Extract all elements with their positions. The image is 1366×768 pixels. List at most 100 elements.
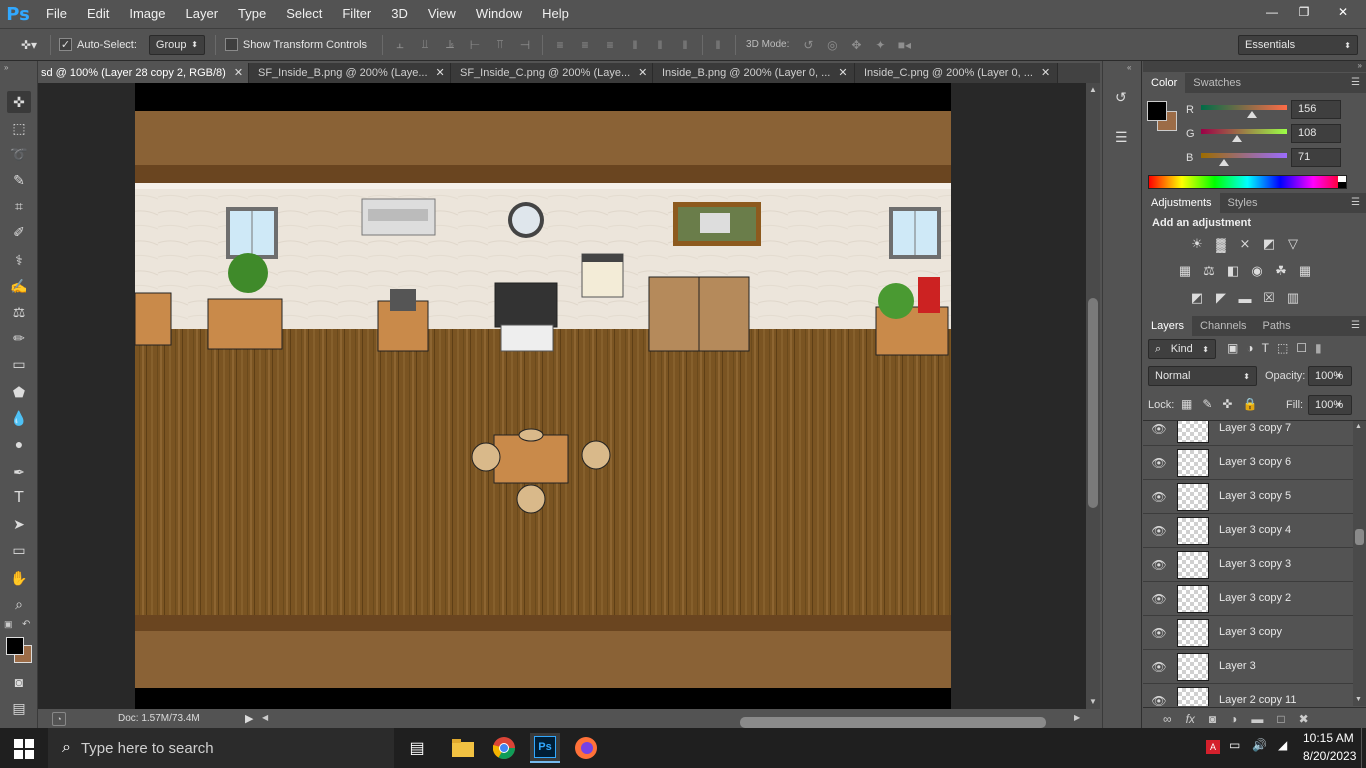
layer-name[interactable]: Layer 2 copy 11 xyxy=(1219,694,1296,706)
fill-field[interactable]: 100% xyxy=(1308,395,1352,415)
type-tool-icon[interactable]: T xyxy=(7,487,31,509)
menu-edit[interactable]: Edit xyxy=(77,0,119,28)
chrome-icon[interactable] xyxy=(489,733,519,763)
eye-icon[interactable]: 👁 xyxy=(1151,558,1167,572)
eye-icon[interactable]: 👁 xyxy=(1151,456,1167,470)
path-selection-tool-icon[interactable]: ➤ xyxy=(7,513,31,535)
history-brush-tool-icon[interactable]: ✏ xyxy=(7,327,31,349)
menu-view[interactable]: View xyxy=(418,0,466,28)
add-mask-icon[interactable]: ◙ xyxy=(1209,712,1216,726)
3d-drag-icon[interactable]: ✥ xyxy=(847,37,865,53)
adobe-tray-icon[interactable]: A xyxy=(1206,740,1220,754)
brush-tool-icon[interactable]: ✍ xyxy=(7,275,31,297)
distribute-top-icon[interactable]: ≡ xyxy=(551,37,569,53)
layer-row[interactable]: 👁 Layer 2 copy 11 xyxy=(1143,684,1353,706)
horizontal-scrollbar[interactable]: ◀ ▶ xyxy=(262,713,1082,728)
chevron-down-icon[interactable]: ▾ xyxy=(1337,400,1341,409)
3d-rotate-icon[interactable]: ↺ xyxy=(799,37,817,53)
panel-menu-icon[interactable]: ☰ xyxy=(1351,197,1360,208)
layer-name[interactable]: Layer 3 copy 3 xyxy=(1219,558,1291,570)
lock-image-icon[interactable]: ✎ xyxy=(1202,397,1212,411)
eye-icon[interactable]: 👁 xyxy=(1151,592,1167,606)
photoshop-taskbar-icon[interactable]: Ps xyxy=(530,733,560,763)
layer-name[interactable]: Layer 3 copy xyxy=(1219,626,1282,638)
hue-saturation-icon[interactable]: ▦ xyxy=(1175,262,1195,280)
distribute-left-icon[interactable]: ‖ xyxy=(626,37,644,53)
threshold-icon[interactable]: ▬ xyxy=(1235,289,1255,307)
layer-name[interactable]: Layer 3 copy 6 xyxy=(1219,456,1291,468)
green-slider-track[interactable] xyxy=(1201,129,1287,134)
lock-transparency-icon[interactable]: ▦ xyxy=(1181,397,1192,411)
history-panel-icon[interactable]: ↺ xyxy=(1115,89,1127,106)
tab-layers[interactable]: Layers xyxy=(1143,316,1193,336)
scroll-down-icon[interactable]: ▼ xyxy=(1089,697,1097,706)
3d-scale-icon[interactable]: ■◂ xyxy=(895,37,913,53)
scroll-down-icon[interactable]: ▼ xyxy=(1355,696,1362,703)
collapse-arrows-icon[interactable]: « xyxy=(1127,63,1131,72)
tab-channels[interactable]: Channels xyxy=(1192,316,1254,336)
close-icon[interactable]: ✕ xyxy=(1041,63,1050,83)
close-icon[interactable]: ✕ xyxy=(638,63,647,83)
layer-name[interactable]: Layer 3 copy 2 xyxy=(1219,592,1291,604)
foreground-color-swatch[interactable] xyxy=(6,637,24,655)
color-balance-icon[interactable]: ⚖ xyxy=(1199,262,1219,280)
selective-color-icon[interactable]: ☒ xyxy=(1259,289,1279,307)
quick-mask-icon[interactable]: ◙ xyxy=(7,671,31,693)
exposure-icon[interactable]: ◩ xyxy=(1259,235,1279,253)
file-explorer-icon[interactable] xyxy=(448,733,478,763)
panel-menu-icon[interactable]: ☰ xyxy=(1351,320,1360,331)
eye-icon[interactable]: 👁 xyxy=(1151,694,1167,706)
menu-help[interactable]: Help xyxy=(532,0,579,28)
vibrance-icon[interactable]: ▽ xyxy=(1283,235,1303,253)
curves-icon[interactable]: ⨯ xyxy=(1235,235,1255,253)
firefox-icon[interactable] xyxy=(571,733,601,763)
color-lookup-icon[interactable]: ▦ xyxy=(1295,262,1315,280)
spectrum-black[interactable] xyxy=(1338,182,1346,188)
close-icon[interactable]: ✕ xyxy=(1320,2,1366,22)
align-bottom-icon[interactable]: ⫡ xyxy=(441,37,459,53)
filter-smart-object-icon[interactable]: ☐ xyxy=(1296,341,1307,355)
tab-document-3[interactable]: SF_Inside_C.png @ 200% (Laye... ✕ xyxy=(451,63,653,83)
menu-select[interactable]: Select xyxy=(276,0,332,28)
levels-icon[interactable]: ▓ xyxy=(1211,235,1231,253)
clone-stamp-tool-icon[interactable]: ⚖ xyxy=(7,301,31,323)
marquee-tool-icon[interactable]: ⬚ xyxy=(7,117,31,139)
scroll-up-icon[interactable]: ▲ xyxy=(1089,85,1097,94)
lock-position-icon[interactable]: ✜ xyxy=(1222,397,1232,411)
align-vcenter-icon[interactable]: ⫫ xyxy=(416,37,434,53)
eraser-tool-icon[interactable]: ▭ xyxy=(7,353,31,375)
layer-row[interactable]: 👁 Layer 3 copy 6 xyxy=(1143,446,1353,480)
gradient-map-icon[interactable]: ▥ xyxy=(1283,289,1303,307)
tab-document-4[interactable]: Inside_B.png @ 200% (Layer 0, ... ✕ xyxy=(653,63,855,83)
filter-adjustment-icon[interactable]: ◑ xyxy=(1246,341,1253,355)
tab-document-5[interactable]: Inside_C.png @ 200% (Layer 0, ... ✕ xyxy=(855,63,1058,83)
document-canvas[interactable] xyxy=(38,83,1086,709)
distribute-right-icon[interactable]: ‖ xyxy=(676,37,694,53)
menu-type[interactable]: Type xyxy=(228,0,276,28)
rectangle-tool-icon[interactable]: ▭ xyxy=(7,539,31,561)
layer-name[interactable]: Layer 3 copy 4 xyxy=(1219,524,1291,536)
layer-row[interactable]: 👁 Layer 3 copy 2 xyxy=(1143,582,1353,616)
green-slider-thumb[interactable] xyxy=(1232,135,1242,142)
swap-colors-icon[interactable]: ↶ xyxy=(22,619,30,630)
tab-adjustments[interactable]: Adjustments xyxy=(1143,193,1220,213)
eyedropper-tool-icon[interactable]: ✐ xyxy=(7,221,31,243)
red-slider-track[interactable] xyxy=(1201,105,1287,110)
distribute-vcenter-icon[interactable]: ≡ xyxy=(576,37,594,53)
paint-bucket-tool-icon[interactable]: ⬟ xyxy=(7,381,31,403)
tab-color[interactable]: Color xyxy=(1143,73,1186,93)
dodge-tool-icon[interactable]: ● xyxy=(7,433,31,455)
auto-select-checkbox[interactable]: ✓ xyxy=(59,38,72,51)
channel-mixer-icon[interactable]: ☘ xyxy=(1271,262,1291,280)
layer-name[interactable]: Layer 3 copy 5 xyxy=(1219,490,1291,502)
layers-scroll-thumb[interactable] xyxy=(1355,529,1364,545)
photo-filter-icon[interactable]: ◉ xyxy=(1247,262,1267,280)
menu-window[interactable]: Window xyxy=(466,0,532,28)
align-right-icon[interactable]: ⊣ xyxy=(516,37,534,53)
status-menu-icon[interactable]: ▶ xyxy=(245,712,253,725)
eye-icon[interactable]: 👁 xyxy=(1151,660,1167,674)
invert-icon[interactable]: ◩ xyxy=(1187,289,1207,307)
filter-shape-icon[interactable]: ⬚ xyxy=(1277,341,1288,355)
tab-paths[interactable]: Paths xyxy=(1255,316,1299,336)
layer-row[interactable]: 👁 Layer 3 copy 5 xyxy=(1143,480,1353,514)
